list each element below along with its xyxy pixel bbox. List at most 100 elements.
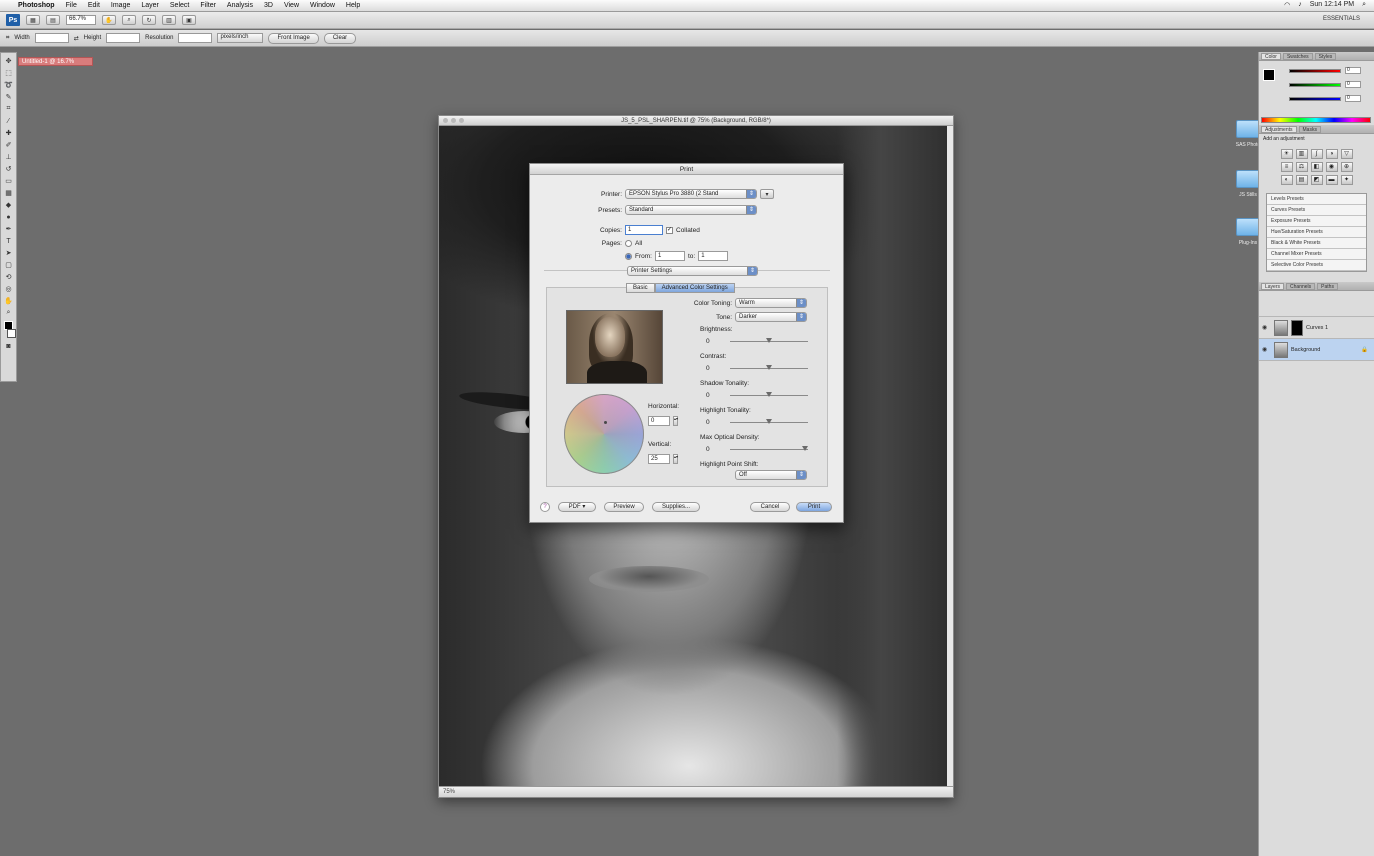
shadow-tonality-knob[interactable] — [766, 392, 772, 397]
shape-tool-icon[interactable]: ▢ — [3, 261, 14, 269]
lasso-tool-icon[interactable]: ➰ — [3, 81, 14, 89]
highlight-point-shift-select[interactable]: Off — [735, 470, 807, 480]
close-window-icon[interactable] — [443, 118, 448, 123]
highlight-tonality-knob[interactable] — [766, 419, 772, 424]
document-zoom-readout[interactable]: 75% — [443, 787, 455, 797]
color-toning-wheel[interactable] — [564, 394, 644, 474]
gradient-map-icon[interactable]: ▬ — [1325, 175, 1338, 185]
brightness-knob[interactable] — [766, 338, 772, 343]
red-value[interactable]: 0 — [1345, 67, 1361, 74]
dodge-tool-icon[interactable]: ● — [3, 213, 14, 221]
height-field[interactable] — [106, 33, 141, 43]
vertical-stepper[interactable]: ▴▾ — [673, 454, 678, 464]
resolution-field[interactable] — [178, 33, 213, 43]
visibility-eye-icon[interactable]: ◉ — [1262, 324, 1271, 331]
section-select[interactable]: Printer Settings — [627, 266, 758, 276]
pages-all-radio[interactable] — [625, 240, 632, 247]
minimized-document-tab[interactable]: Untitled-1 @ 16.7% — [18, 57, 93, 66]
highlight-tonality-slider[interactable] — [730, 419, 808, 424]
menu-window[interactable]: Window — [310, 2, 335, 9]
shadow-tonality-slider[interactable] — [730, 392, 808, 397]
clock[interactable]: Sun 12:14 PM — [1310, 1, 1354, 9]
copies-field[interactable]: 1 — [625, 225, 663, 235]
max-optical-density-slider[interactable] — [730, 446, 808, 451]
hand-tool-button[interactable]: ✋ — [102, 15, 116, 25]
desktop-folder-icon[interactable] — [1236, 218, 1260, 236]
tab-basic[interactable]: Basic — [626, 283, 655, 293]
help-button[interactable]: ? — [540, 502, 550, 512]
spotlight-icon[interactable]: ⌕ — [1362, 1, 1366, 9]
vibrance-icon[interactable]: ▽ — [1340, 149, 1353, 159]
minimize-window-icon[interactable] — [451, 118, 456, 123]
blue-value[interactable]: 0 — [1345, 95, 1361, 102]
resolution-unit-select[interactable]: pixels/inch — [217, 33, 264, 43]
tab-advanced-color-settings[interactable]: Advanced Color Settings — [654, 283, 735, 293]
invert-icon[interactable]: ◐ — [1280, 175, 1293, 185]
preview-button[interactable]: Preview — [604, 502, 644, 512]
print-button[interactable]: Print — [796, 502, 832, 512]
menu-layer[interactable]: Layer — [141, 2, 159, 9]
zoom-window-icon[interactable] — [459, 118, 464, 123]
front-image-button[interactable]: Front Image — [268, 32, 319, 44]
max-optical-density-knob[interactable] — [802, 446, 808, 451]
zoom-tool-button[interactable]: ⌕ — [122, 15, 136, 25]
tab-paths[interactable]: Paths — [1317, 282, 1338, 290]
brightness-slider[interactable] — [730, 338, 808, 343]
document-title-bar[interactable]: JS_5_PSL_SHARPEN.tif @ 75% (Background, … — [439, 116, 953, 126]
from-field[interactable]: 1 — [654, 251, 685, 261]
preset-item[interactable]: Hue/Saturation Presets — [1267, 227, 1366, 238]
tab-layers[interactable]: Layers — [1261, 282, 1285, 290]
history-brush-tool-icon[interactable]: ↺ — [3, 165, 14, 173]
tab-styles[interactable]: Styles — [1314, 52, 1337, 60]
panel-foreground-swatch[interactable] — [1263, 69, 1275, 81]
width-field[interactable] — [34, 33, 69, 43]
volume-icon[interactable]: ♪ — [1298, 1, 1302, 9]
green-value[interactable]: 0 — [1345, 81, 1361, 88]
menu-3d[interactable]: 3D — [264, 2, 273, 9]
eraser-tool-icon[interactable]: ▭ — [3, 177, 14, 185]
desktop-folder-icon[interactable] — [1236, 170, 1260, 188]
black-white-icon[interactable]: ◧ — [1310, 162, 1323, 172]
preset-item[interactable]: Selective Color Presets — [1267, 260, 1366, 271]
color-balance-icon[interactable]: ⚖ — [1295, 162, 1308, 172]
printer-expand-button[interactable]: ▾ — [760, 189, 774, 199]
tab-channels[interactable]: Channels — [1286, 282, 1316, 290]
crop-tool-icon[interactable]: ⌗ — [3, 105, 14, 113]
hand-tool-icon[interactable]: ✋ — [3, 297, 14, 305]
marquee-tool-icon[interactable]: ⬚ — [3, 69, 14, 77]
menu-select[interactable]: Select — [170, 2, 189, 9]
preset-item[interactable]: Channel Mixer Presets — [1267, 249, 1366, 260]
presets-select[interactable]: Standard — [625, 205, 757, 215]
eyedropper-tool-icon[interactable]: ⁄ — [3, 117, 14, 125]
brush-tool-icon[interactable]: ✐ — [3, 141, 14, 149]
launch-bridge-button[interactable]: ▦ — [26, 15, 40, 25]
tab-masks[interactable]: Masks — [1298, 125, 1321, 133]
cancel-button[interactable]: Cancel — [750, 502, 790, 512]
3d-orbit-tool-icon[interactable]: ◎ — [3, 285, 14, 293]
preset-item[interactable]: Exposure Presets — [1267, 216, 1366, 227]
tab-swatches[interactable]: Swatches — [1282, 52, 1313, 60]
layer-row[interactable]: ◉ Curves 1 — [1259, 317, 1374, 339]
horizontal-stepper[interactable]: ▴▾ — [673, 416, 678, 426]
desktop-folder-icon[interactable] — [1236, 120, 1260, 138]
healing-brush-tool-icon[interactable]: ✚ — [3, 129, 14, 137]
collated-checkbox[interactable]: ✓ — [666, 226, 673, 234]
background-color-swatch[interactable] — [7, 329, 16, 338]
blur-tool-icon[interactable]: ◆ — [3, 201, 14, 209]
tab-adjustments[interactable]: Adjustments — [1261, 125, 1297, 133]
posterize-icon[interactable]: ▤ — [1295, 175, 1308, 185]
channel-mixer-icon[interactable]: ⊕ — [1340, 162, 1353, 172]
menu-edit[interactable]: Edit — [88, 2, 100, 9]
swap-icon[interactable]: ⇄ — [74, 35, 79, 42]
supplies-button[interactable]: Supplies... — [652, 502, 700, 512]
pdf-button[interactable]: PDF ▾ — [558, 502, 596, 512]
view-extras-button[interactable]: ▤ — [46, 15, 60, 25]
quick-mask-icon[interactable]: ◙ — [3, 342, 14, 350]
green-slider[interactable] — [1289, 83, 1341, 87]
type-tool-icon[interactable]: T — [3, 237, 14, 245]
threshold-icon[interactable]: ◩ — [1310, 175, 1323, 185]
zoom-level-field[interactable]: 66.7% — [66, 15, 96, 25]
to-field[interactable]: 1 — [698, 251, 729, 261]
printer-select[interactable]: EPSON Stylus Pro 3880 (2 Stand — [625, 189, 757, 199]
gradient-tool-icon[interactable]: ▦ — [3, 189, 14, 197]
